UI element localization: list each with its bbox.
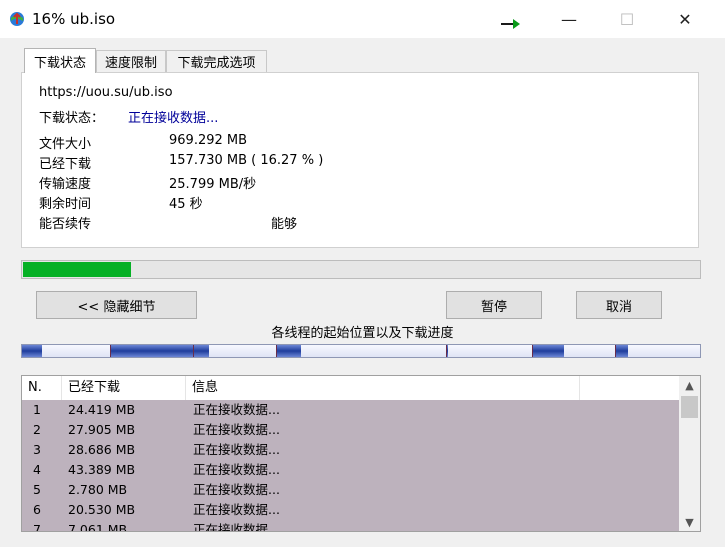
thread-segment-divider [615, 345, 617, 357]
speed-value: 25.799 MB/秒 [169, 177, 257, 192]
window-title: 16% ub.iso [32, 10, 116, 28]
cell-info: 正在接收数据... [193, 462, 280, 477]
list-rows: 1 24.419 MB 正在接收数据... 2 27.905 MB 正在接收数据... 3 2… [22, 400, 679, 532]
cell-info: 正在接收数据... [193, 442, 280, 457]
table-row[interactable]: 4 43.389 MB 正在接收数据... [22, 460, 679, 480]
cell-info: 正在接收数据... [193, 422, 280, 437]
cell-info: 正在接收数据... [193, 402, 280, 417]
cancel-button[interactable]: 取消 [576, 291, 662, 319]
cell-downloaded: 43.389 MB [68, 462, 136, 477]
table-row[interactable]: 3 28.686 MB 正在接收数据... [22, 440, 679, 460]
threads-caption: 各线程的起始位置以及下载进度 [271, 326, 454, 341]
remaining-label: 剩余时间 [39, 197, 92, 212]
cell-n: 5 [33, 482, 41, 497]
column-header-empty [580, 376, 679, 400]
thread-segment-fill [22, 345, 42, 357]
thread-segments-bar [21, 344, 701, 358]
cell-info: 正在接收数据... [193, 502, 280, 517]
download-url: https://uou.su/ub.iso [39, 85, 173, 100]
cell-downloaded: 27.905 MB [68, 422, 136, 437]
column-header-info[interactable]: 信息 [186, 376, 580, 400]
maximize-button[interactable]: ☐ [598, 0, 656, 38]
hide-details-button[interactable]: << 隐藏细节 [36, 291, 197, 319]
state-value: 正在接收数据... [128, 111, 219, 126]
state-label: 下载状态： [39, 111, 105, 126]
cell-info: 正在接收数据... [193, 522, 280, 532]
cell-downloaded: 20.530 MB [68, 502, 136, 517]
tab-speed-limit[interactable]: 速度限制 [96, 50, 166, 72]
thread-segment-divider [109, 345, 111, 357]
thread-segment-fill [532, 345, 565, 357]
resume-label: 能否续传 [39, 217, 92, 232]
thread-segment-fill [276, 345, 302, 357]
download-progress-bar [21, 260, 701, 279]
list-header: N. 已经下载 信息 [22, 376, 679, 400]
table-row[interactable]: 2 27.905 MB 正在接收数据... [22, 420, 679, 440]
thread-segment-divider [445, 345, 447, 357]
status-panel: https://uou.su/ub.iso 下载状态： 正在接收数据... 文件… [21, 72, 699, 248]
pause-button[interactable]: 暂停 [446, 291, 542, 319]
progress-fill [23, 262, 132, 277]
title-bar: 16% ub.iso — ☐ ✕ [0, 0, 725, 38]
column-header-n[interactable]: N. [22, 376, 62, 400]
thread-segment-divider [276, 345, 278, 357]
list-scrollbar[interactable]: ▲ ▼ [679, 376, 700, 531]
remaining-value: 45 秒 [169, 197, 203, 212]
file-size-value: 969.292 MB [169, 133, 248, 148]
scroll-thumb[interactable] [681, 396, 698, 418]
column-header-downloaded[interactable]: 已经下载 [62, 376, 186, 400]
download-arrow-icon [501, 19, 520, 29]
cell-n: 4 [33, 462, 41, 477]
tab-download-status[interactable]: 下载状态 [24, 48, 96, 73]
scroll-up-icon[interactable]: ▲ [679, 376, 700, 394]
minimize-button[interactable]: — [540, 0, 598, 38]
cell-downloaded: 28.686 MB [68, 442, 136, 457]
cell-n: 1 [33, 402, 41, 417]
file-size-label: 文件大小 [39, 137, 92, 152]
cell-downloaded: 7.061 MB [68, 522, 128, 532]
table-row[interactable]: 1 24.419 MB 正在接收数据... [22, 400, 679, 420]
speed-label: 传输速度 [39, 177, 92, 192]
table-row[interactable]: 5 2.780 MB 正在接收数据... [22, 480, 679, 500]
app-globe-icon [10, 12, 24, 26]
downloaded-label: 已经下载 [39, 157, 92, 172]
table-row[interactable]: 6 20.530 MB 正在接收数据... [22, 500, 679, 520]
thread-segment-divider [532, 345, 534, 357]
thread-segment-fill [615, 345, 629, 357]
cell-downloaded: 24.419 MB [68, 402, 136, 417]
cell-info: 正在接收数据... [193, 482, 280, 497]
table-row[interactable]: 7 7.061 MB 正在接收数据... [22, 520, 679, 532]
cell-n: 6 [33, 502, 41, 517]
downloaded-value: 157.730 MB ( 16.27 % ) [169, 153, 324, 168]
thread-segment-divider [193, 345, 195, 357]
thread-list[interactable]: N. 已经下载 信息 1 24.419 MB 正在接收数据... 2 27.905 MB… [21, 375, 701, 532]
tab-completion-options[interactable]: 下载完成选项 [166, 50, 267, 72]
cell-n: 7 [33, 522, 41, 532]
close-button[interactable]: ✕ [656, 0, 714, 38]
cell-n: 2 [33, 422, 41, 437]
resume-value: 能够 [271, 217, 298, 232]
thread-segment-fill [193, 345, 210, 357]
thread-segment-fill [109, 345, 194, 357]
scroll-down-icon[interactable]: ▼ [679, 513, 700, 531]
cell-downloaded: 2.780 MB [68, 482, 128, 497]
cell-n: 3 [33, 442, 41, 457]
